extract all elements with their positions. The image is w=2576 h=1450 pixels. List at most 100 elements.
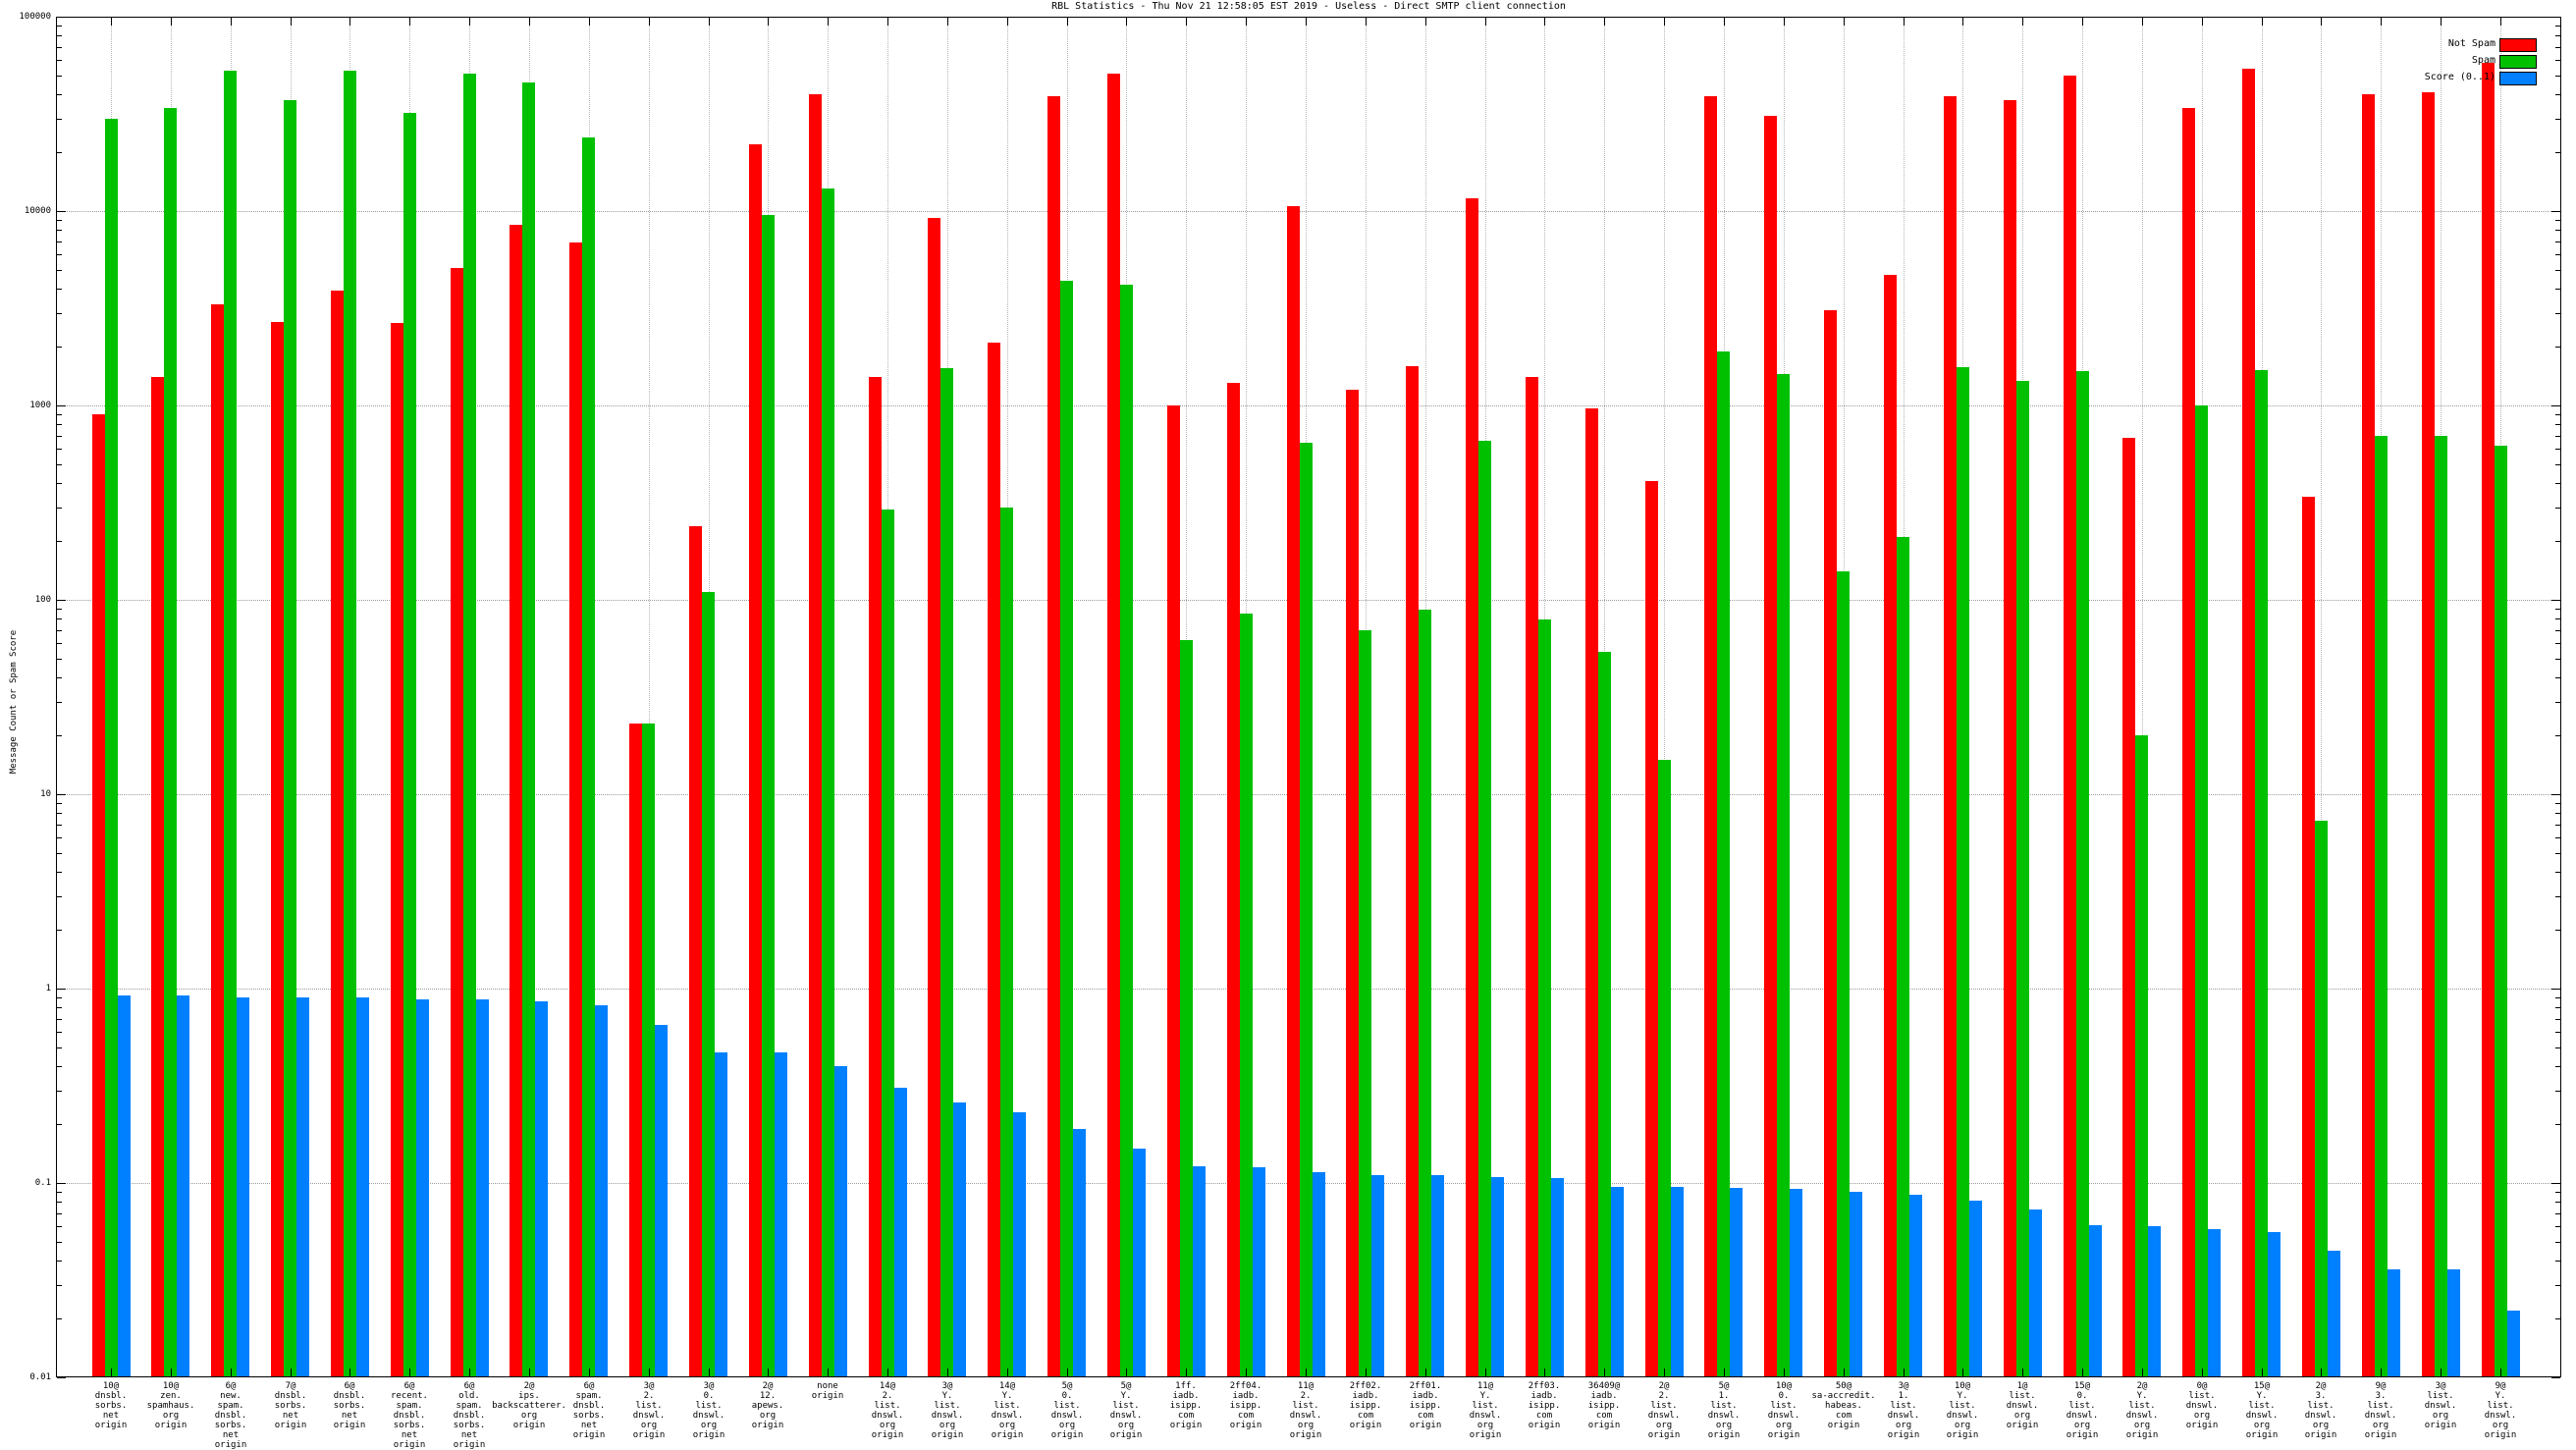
y-minor-tick [57,618,62,620]
x-tick [828,18,829,26]
x-tick [1544,18,1545,26]
x-tick [1246,18,1247,26]
y-minor-tick [2555,435,2560,437]
y-minor-tick [2555,414,2560,416]
legend-label: Spam [2471,55,2496,66]
x-tick [1962,18,1963,26]
x-tick [171,1369,172,1376]
y-minor-tick [2555,220,2560,222]
y-minor-tick [2555,1260,2560,1262]
x-tick [349,1369,350,1376]
y-minor-tick [57,347,62,349]
y-major-tick [57,600,66,601]
y-minor-tick [57,118,62,120]
y-minor-tick [57,676,62,678]
y-minor-tick [2555,642,2560,644]
y-minor-tick [2555,676,2560,678]
x-tick [1544,1369,1545,1376]
x-tick-label-line: origin [2484,1430,2517,1440]
y-major-tick [57,1183,66,1184]
y-minor-tick [57,642,62,644]
y-minor-tick [57,59,62,61]
x-tick [2381,18,2382,26]
x-tick [709,1369,710,1376]
y-minor-tick [2555,482,2560,484]
x-tick [1067,18,1068,26]
y-minor-tick [2555,735,2560,737]
x-tick [1067,1369,1068,1376]
x-tick-label-line: origin [2364,1430,2397,1440]
legend-swatch [2499,55,2537,69]
y-minor-tick [2555,852,2560,854]
y-minor-tick [57,1018,62,1020]
x-tick [1904,18,1905,26]
y-minor-tick [57,1260,62,1262]
x-tick [1784,1369,1785,1376]
y-major-tick [2551,989,2560,990]
x-tick-label-line: origin [2125,1430,2159,1440]
legend-label: Not Spam [2447,38,2496,49]
y-minor-tick [57,609,62,611]
y-minor-tick [2555,118,2560,120]
y-minor-tick [2555,813,2560,815]
x-tick [1784,18,1785,26]
chart-title: RBL Statistics - Thu Nov 21 12:58:05 EST… [1051,1,1566,12]
x-tick [2082,1369,2083,1376]
y-minor-tick [2555,230,2560,232]
y-minor-tick [2555,1192,2560,1194]
x-tick [589,18,590,26]
x-tick [1485,1369,1486,1376]
y-tick-label: 1000 [29,401,51,410]
y-minor-tick [2555,997,2560,999]
y-minor-tick [2555,658,2560,660]
y-minor-tick [2555,629,2560,631]
x-tick [2321,1369,2322,1376]
y-minor-tick [57,629,62,631]
x-tick-label-line: list. [2487,1401,2514,1411]
x-tick-label-line: origin [751,1421,784,1430]
y-minor-tick [57,824,62,826]
y-major-tick [2551,1377,2560,1378]
y-minor-tick [57,152,62,154]
x-tick [2500,18,2501,26]
y-minor-tick [57,1065,62,1067]
x-tick [2022,1369,2023,1376]
x-tick [1186,1369,1187,1376]
x-tick [1724,18,1725,26]
y-minor-tick [57,93,62,95]
x-tick [1246,1369,1247,1376]
x-tick [291,1369,292,1376]
y-minor-tick [57,658,62,660]
legend-swatch [2499,38,2537,52]
x-tick [887,18,888,26]
x-tick [1844,18,1845,26]
x-tick [231,18,232,26]
y-minor-tick [57,1318,62,1320]
x-tick [709,18,710,26]
x-tick-label-line: origin [1946,1430,1979,1440]
y-minor-tick [57,463,62,465]
x-tick [2082,18,2083,26]
legend-item: Not Spam [2278,38,2562,52]
x-tick [1962,1369,1963,1376]
legend-item: Score (0..1) [2278,72,2562,85]
x-tick [409,18,410,26]
x-tick-label: 9@ Y. list. dnswl. org origin [2441,1381,2560,1440]
x-tick [2022,18,2023,26]
y-minor-tick [2555,1225,2560,1227]
x-tick [111,18,112,26]
plot-area [56,17,2561,1377]
y-minor-tick [2555,507,2560,509]
y-minor-tick [57,253,62,255]
x-tick [1425,18,1426,26]
y-minor-tick [2555,253,2560,255]
y-minor-tick [2555,269,2560,271]
x-tick [2202,1369,2203,1376]
y-major-tick [2551,17,2560,18]
y-minor-tick [2555,1065,2560,1067]
y-minor-tick [2555,836,2560,838]
y-minor-tick [57,1225,62,1227]
x-tick [1366,1369,1367,1376]
y-minor-tick [2555,463,2560,465]
y-minor-tick [2555,1007,2560,1009]
